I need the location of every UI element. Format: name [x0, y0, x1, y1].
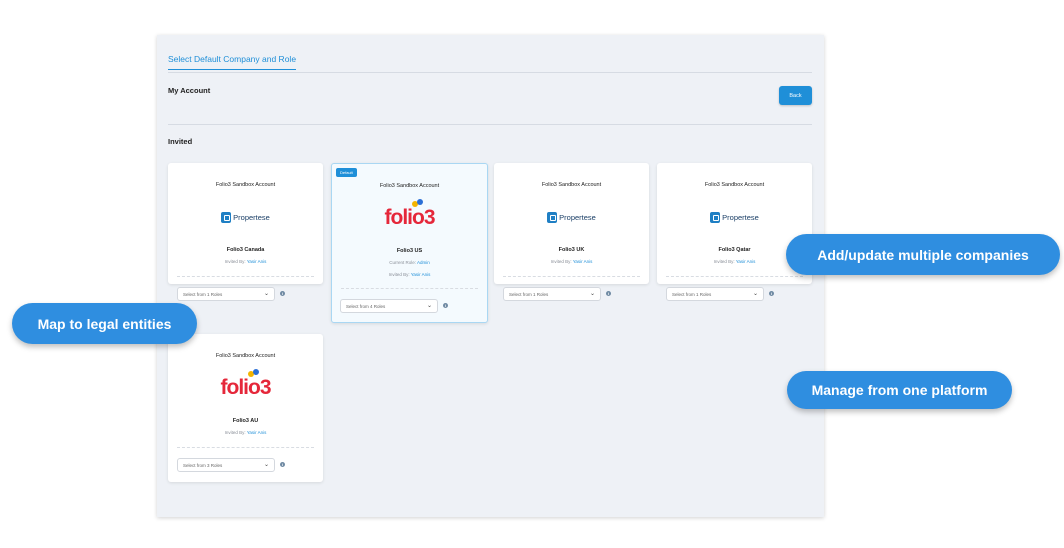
inviter-link[interactable]: Yasir Anis — [247, 259, 267, 264]
callout-manage-one-platform: Manage from one platform — [787, 371, 1012, 409]
my-account-heading: My Account — [168, 86, 211, 95]
info-icon[interactable]: i — [606, 291, 611, 296]
company-name: Folio3 AU — [232, 418, 259, 424]
tab-underline-divider — [168, 72, 812, 73]
role-select[interactable]: Select from 3 Roles ⌄ — [177, 458, 275, 472]
invited-by-text: Invited By: Yasir Anis — [550, 259, 593, 264]
chevron-down-icon: ⌄ — [589, 291, 595, 297]
card-dashed-divider — [503, 276, 640, 277]
callout-add-update-companies: Add/update multiple companies — [786, 234, 1060, 275]
role-select[interactable]: Select from 1 Roles ⌄ — [177, 287, 275, 301]
inviter-link[interactable]: Yasir Anis — [736, 259, 756, 264]
card-account-header: Folio3 Sandbox Account — [541, 182, 602, 188]
propertese-logo: Propertese — [657, 205, 812, 229]
role-select[interactable]: Select from 4 Roles ⌄ — [340, 299, 438, 313]
tab-select-default-company[interactable]: Select Default Company and Role — [168, 54, 297, 70]
folio3-logo: folio3 — [332, 199, 487, 230]
current-role-text: Current Role: Admin — [389, 260, 430, 265]
default-badge: Default — [336, 168, 357, 177]
card-account-header: Folio3 Sandbox Account — [379, 183, 440, 189]
card-account-header: Folio3 Sandbox Account — [215, 182, 276, 188]
info-icon[interactable]: i — [443, 303, 448, 308]
company-name: Folio3 Canada — [226, 247, 265, 253]
invited-by-text: Invited By: Yasir Anis — [224, 430, 267, 435]
propertese-icon — [547, 211, 558, 223]
callout-map-legal-entities: Map to legal entities — [12, 303, 197, 344]
info-icon[interactable]: i — [280, 462, 285, 467]
info-icon[interactable]: i — [280, 291, 285, 296]
section-divider — [168, 124, 812, 125]
card-account-header: Folio3 Sandbox Account — [215, 353, 276, 359]
inviter-link[interactable]: Yasir Anis — [411, 272, 431, 277]
card-dashed-divider — [341, 288, 478, 289]
propertese-icon — [221, 211, 232, 223]
settings-panel: Select Default Company and Role My Accou… — [157, 35, 824, 517]
inviter-link[interactable]: Yasir Anis — [573, 259, 593, 264]
chevron-down-icon: ⌄ — [263, 462, 269, 468]
card-dashed-divider — [666, 276, 803, 277]
company-card-canada[interactable]: Folio3 Sandbox Account Propertese Folio3… — [168, 163, 323, 284]
card-account-header: Folio3 Sandbox Account — [704, 182, 765, 188]
chevron-down-icon: ⌄ — [752, 291, 758, 297]
role-select[interactable]: Select from 1 Roles ⌄ — [503, 287, 601, 301]
invited-by-text: Invited By: Yasir Anis — [388, 272, 431, 277]
info-icon[interactable]: i — [769, 291, 774, 296]
company-card-uk[interactable]: Folio3 Sandbox Account Propertese Folio3… — [494, 163, 649, 284]
company-name: Folio3 US — [396, 248, 423, 254]
card-dashed-divider — [177, 447, 314, 448]
propertese-logo: Propertese — [168, 205, 323, 229]
card-dashed-divider — [177, 276, 314, 277]
chevron-down-icon: ⌄ — [263, 291, 269, 297]
inviter-link[interactable]: Yasir Anis — [247, 430, 267, 435]
folio3-logo: folio3 — [168, 369, 323, 400]
back-button[interactable]: Back — [779, 86, 812, 105]
propertese-logo: Propertese — [494, 205, 649, 229]
company-name: Folio3 UK — [558, 247, 585, 253]
role-select[interactable]: Select from 1 Roles ⌄ — [666, 287, 764, 301]
chevron-down-icon: ⌄ — [426, 303, 432, 309]
invited-by-text: Invited By: Yasir Anis — [224, 259, 267, 264]
propertese-icon — [710, 211, 721, 223]
invited-heading: Invited — [168, 137, 193, 146]
